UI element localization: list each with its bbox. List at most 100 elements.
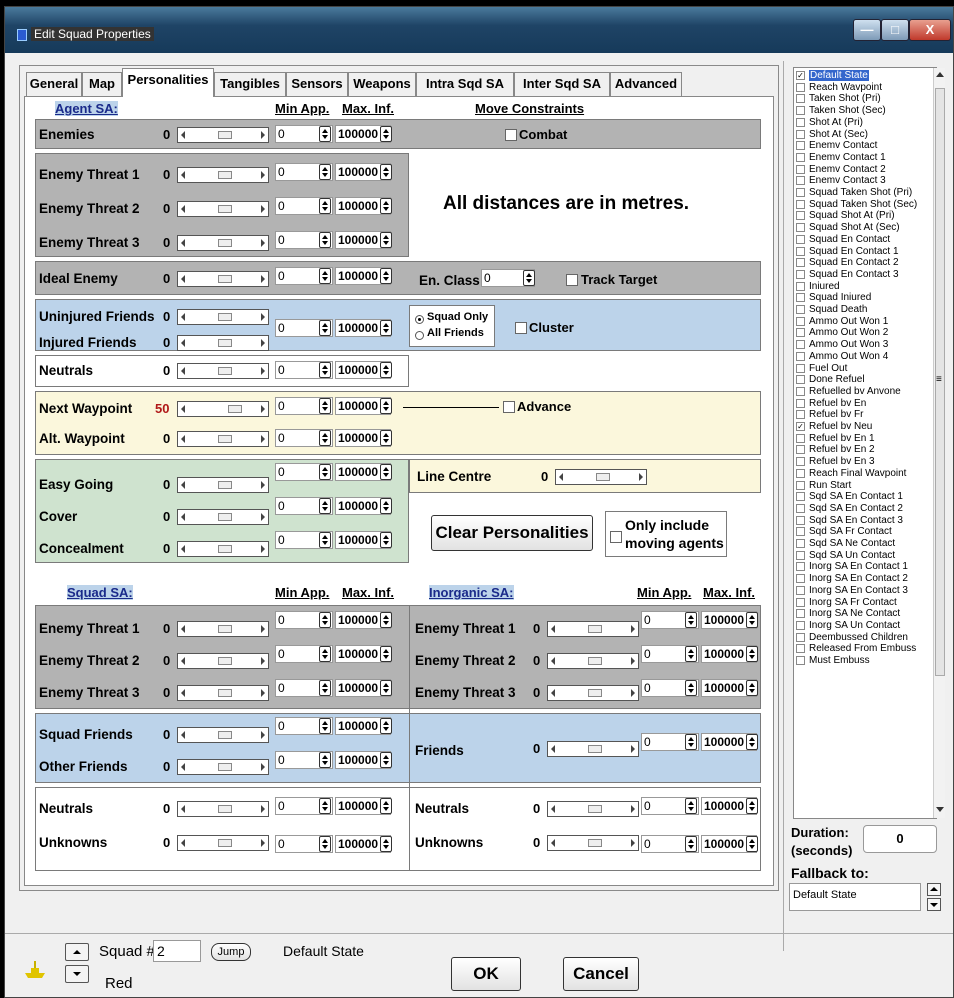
neutrals-min-spin[interactable] <box>319 362 331 378</box>
scroll-down-icon[interactable] <box>936 807 944 812</box>
checkbox-icon[interactable] <box>796 398 805 408</box>
enemy-threat-1-slider[interactable] <box>177 167 269 183</box>
inorganic-neutrals-min-spin[interactable] <box>685 798 697 814</box>
squad-neutrals-max-spin[interactable] <box>380 798 392 814</box>
only-include-checkbox[interactable] <box>610 531 622 543</box>
squad-enemy-threat-1-slider[interactable] <box>177 621 269 637</box>
alt-waypoint-max-spin[interactable] <box>380 430 392 446</box>
next-waypoint-slider[interactable] <box>177 401 269 417</box>
inorganic-friends-max-spin[interactable] <box>746 734 758 750</box>
checkbox-icon[interactable] <box>796 644 805 654</box>
inorganic-enemy-threat-3-max-spin[interactable] <box>746 680 758 696</box>
inorganic-enemy-threat-2-slider[interactable] <box>547 653 639 669</box>
checkbox-icon[interactable] <box>796 632 805 642</box>
tab-general[interactable]: General <box>26 72 82 96</box>
enemy-threat-1-min-spin[interactable] <box>319 164 331 180</box>
squad-enemy-threat-2-max-spin[interactable] <box>380 646 392 662</box>
other-friends-slider[interactable] <box>177 759 269 775</box>
next-waypoint-min-spin[interactable] <box>319 398 331 414</box>
advance-checkbox[interactable] <box>503 401 515 413</box>
en-class-spin[interactable] <box>523 270 535 286</box>
ideal-enemy-min-spin[interactable] <box>319 268 331 284</box>
squad-friends-max-spin[interactable] <box>380 718 392 734</box>
cover-min-spin[interactable] <box>319 498 331 514</box>
other-friends-max-spin[interactable] <box>380 752 392 768</box>
checkbox-icon[interactable] <box>796 340 805 350</box>
checkbox-icon[interactable] <box>796 129 805 139</box>
inorganic-friends-min-spin[interactable] <box>685 734 697 750</box>
state-list[interactable]: ✓ Default State Reach Wavpoint Taken Shot (… <box>793 67 937 819</box>
checkbox-icon[interactable] <box>796 211 805 221</box>
squad-unknowns-min-spin[interactable] <box>319 836 331 852</box>
checkbox-icon[interactable] <box>796 597 805 607</box>
enemy-threat-2-max-spin[interactable] <box>380 198 392 214</box>
fallback-up-button[interactable] <box>927 883 941 896</box>
checkbox-icon[interactable] <box>796 305 805 314</box>
cover-max-spin[interactable] <box>380 498 392 514</box>
squad-number-input[interactable]: 2 <box>153 940 201 962</box>
checkbox-icon[interactable] <box>796 106 805 116</box>
next-waypoint-max-spin[interactable] <box>380 398 392 414</box>
friends-min-spin[interactable] <box>319 320 331 336</box>
minimize-button[interactable]: — <box>853 19 881 41</box>
squad-up-button[interactable] <box>65 943 89 961</box>
checkbox-icon[interactable] <box>796 457 805 467</box>
squad-unknowns-max-spin[interactable] <box>380 836 392 852</box>
inorganic-unknowns-max-spin[interactable] <box>746 836 758 852</box>
checkbox-icon[interactable] <box>796 433 805 443</box>
squad-unknowns-slider[interactable] <box>177 835 269 851</box>
checkbox-icon[interactable] <box>796 246 805 256</box>
concealment-slider[interactable] <box>177 541 269 557</box>
ideal-enemy-slider[interactable] <box>177 271 269 287</box>
checkbox-icon[interactable] <box>796 585 805 595</box>
fallback-select[interactable]: Default State <box>789 883 921 911</box>
combat-checkbox[interactable] <box>505 129 517 141</box>
alt-waypoint-min-spin[interactable] <box>319 430 331 446</box>
line-centre-slider[interactable] <box>555 469 647 485</box>
checkbox-icon[interactable] <box>796 188 805 197</box>
squad-enemy-threat-3-slider[interactable] <box>177 685 269 701</box>
squad-enemy-threat-1-min-spin[interactable] <box>319 612 331 628</box>
easy-going-max-spin[interactable] <box>380 464 392 480</box>
neutrals-slider[interactable] <box>177 363 269 379</box>
inorganic-enemy-threat-1-max-spin[interactable] <box>746 612 758 628</box>
checkbox-icon[interactable] <box>796 117 805 127</box>
checkbox-icon[interactable] <box>796 141 805 151</box>
enemy-threat-1-max-spin[interactable] <box>380 164 392 180</box>
tab-advanced[interactable]: Advanced <box>610 72 682 96</box>
injured-friends-slider[interactable] <box>177 335 269 351</box>
checkbox-icon[interactable] <box>796 258 805 268</box>
duration-input[interactable]: 0 <box>863 825 937 853</box>
checkbox-icon[interactable] <box>796 503 805 513</box>
inorganic-enemy-threat-1-min-spin[interactable] <box>685 612 697 628</box>
checkbox-icon[interactable] <box>796 223 805 233</box>
enemy-threat-2-slider[interactable] <box>177 201 269 217</box>
enemies-min-spin[interactable] <box>319 126 331 142</box>
inorganic-unknowns-slider[interactable] <box>547 835 639 851</box>
checkbox-icon[interactable] <box>796 199 805 209</box>
concealment-max-spin[interactable] <box>380 532 392 548</box>
checkbox-icon[interactable] <box>796 164 805 174</box>
inorganic-enemy-threat-3-min-spin[interactable] <box>685 680 697 696</box>
inorganic-enemy-threat-2-max-spin[interactable] <box>746 646 758 662</box>
fallback-down-button[interactable] <box>927 898 941 911</box>
cover-slider[interactable] <box>177 509 269 525</box>
maximize-button[interactable]: □ <box>881 19 909 41</box>
checkbox-icon[interactable] <box>796 351 805 361</box>
checkbox-icon[interactable] <box>796 328 805 338</box>
neutrals-max-spin[interactable] <box>380 362 392 378</box>
checkbox-icon[interactable] <box>796 176 805 186</box>
checkbox-icon[interactable] <box>796 539 805 548</box>
inorganic-friends-slider[interactable] <box>547 741 639 757</box>
inorganic-neutrals-max-spin[interactable] <box>746 798 758 814</box>
checkbox-icon[interactable] <box>796 269 805 279</box>
inorganic-enemy-threat-3-slider[interactable] <box>547 685 639 701</box>
squad-neutrals-min-spin[interactable] <box>319 798 331 814</box>
checkbox-icon[interactable] <box>796 515 805 525</box>
checkbox-icon[interactable] <box>796 468 805 478</box>
squad-friends-min-spin[interactable] <box>319 718 331 734</box>
cancel-button[interactable]: Cancel <box>563 957 639 991</box>
checked-checkbox-icon[interactable]: ✓ <box>796 71 805 80</box>
inorganic-enemy-threat-2-min-spin[interactable] <box>685 646 697 662</box>
ideal-enemy-max-spin[interactable] <box>380 268 392 284</box>
